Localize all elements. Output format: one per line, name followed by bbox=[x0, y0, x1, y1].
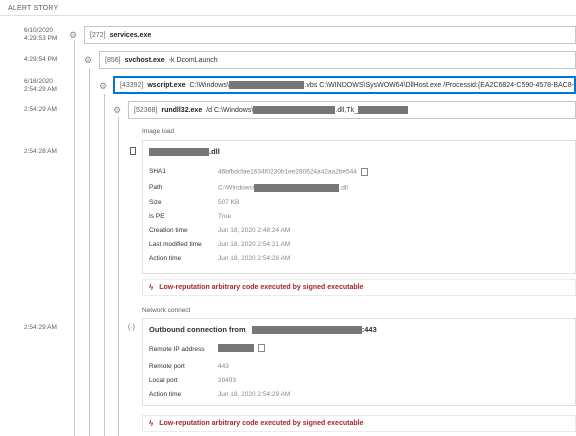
redaction-bar bbox=[254, 184, 340, 192]
section-label-image-load: Image load bbox=[142, 128, 175, 135]
connection-title-text: Outbound connection from bbox=[149, 325, 246, 334]
row-label: Action time bbox=[149, 391, 182, 398]
redaction-bar bbox=[251, 326, 362, 335]
process-name: services.exe bbox=[109, 31, 152, 39]
timestamp: 2:54:29 AM bbox=[24, 106, 57, 113]
row-label: Last modified time bbox=[149, 241, 202, 248]
row-label: Creation time bbox=[149, 227, 188, 234]
alert-banner[interactable]: ϟ Low-reputation arbitrary code executed… bbox=[142, 279, 576, 296]
alert-banner[interactable]: ϟ Low-reputation arbitrary code executed… bbox=[142, 415, 576, 432]
file-title: .dll bbox=[149, 147, 220, 157]
timestamp: 6/10/2020 4:29:53 PM bbox=[24, 27, 58, 42]
copy-icon[interactable] bbox=[258, 344, 265, 352]
sha1-value: 46bfbdcfae1634f0230b1ee280624a42aa2be544 bbox=[218, 168, 357, 176]
process-cmdline: -k DcomLaunch bbox=[168, 56, 218, 64]
redaction-bar bbox=[357, 106, 408, 114]
copy-icon[interactable] bbox=[360, 168, 368, 176]
path-value-part: .dll bbox=[339, 184, 348, 192]
alert-text: Low-reputation arbitrary code executed b… bbox=[159, 420, 364, 427]
process-row-svchost[interactable]: [856] svchost.exe -k DcomLaunch bbox=[99, 51, 576, 69]
file-suffix: .dll bbox=[209, 147, 220, 156]
process-cmdline-part: /d C:\Windows\ bbox=[206, 106, 254, 114]
row-value: Jun 18, 2020 2:54:21 AM bbox=[218, 241, 291, 248]
process-name: rundll32.exe bbox=[161, 106, 203, 114]
timestamp: 2:54:29 AM bbox=[24, 324, 57, 331]
process-row-rundll32[interactable]: [52368] rundll32.exe /d C:\Windows\ .dll… bbox=[128, 101, 576, 119]
process-cmdline-part: C:\Windows\ bbox=[189, 81, 229, 89]
timestamp: 2:54:28 AM bbox=[24, 148, 57, 155]
path-value-part: C:\Windows\ bbox=[218, 184, 255, 192]
process-row-wscript[interactable]: [43392] wscript.exe C:\Windows\ .vbs C:\… bbox=[113, 76, 576, 94]
timestamp: 4:29:54 PM bbox=[24, 56, 58, 63]
row-value: Jun 18, 2020 2:54:28 AM bbox=[218, 255, 291, 262]
process-name: wscript.exe bbox=[147, 81, 186, 89]
row-value: 507 KB bbox=[218, 199, 240, 206]
process-id: [856] bbox=[105, 56, 121, 64]
network-card[interactable]: Outbound connection from :443 Remote IP … bbox=[142, 318, 576, 406]
row-label: Size bbox=[149, 199, 162, 206]
alert-text: Low-reputation arbitrary code executed b… bbox=[159, 284, 364, 291]
section-label-network: Network connect bbox=[142, 307, 191, 314]
alert-story-header: ALERT STORY bbox=[8, 5, 59, 12]
redaction-bar bbox=[218, 344, 254, 352]
row-label: Action time bbox=[149, 255, 182, 262]
gear-icon: ⚙ bbox=[69, 30, 78, 40]
header-divider bbox=[0, 15, 576, 16]
bolt-icon: ϟ bbox=[149, 419, 154, 428]
process-row-services[interactable]: [272] services.exe bbox=[84, 26, 576, 44]
file-icon bbox=[130, 147, 136, 155]
row-value: Jun 18, 2020 2:48:24 AM bbox=[218, 227, 291, 234]
bolt-icon: ϟ bbox=[149, 283, 154, 292]
tree-line bbox=[74, 40, 75, 436]
row-value: 20493 bbox=[218, 377, 237, 384]
process-cmdline-part: .vbs C:\WINDOWS\SysWOW64\DllHost.exe /Pr… bbox=[304, 81, 574, 89]
tree-line bbox=[104, 94, 105, 436]
network-icon: (·) bbox=[128, 324, 135, 331]
process-id: [52368] bbox=[134, 106, 158, 114]
redaction-bar bbox=[228, 81, 305, 89]
redaction-bar bbox=[149, 148, 209, 157]
row-value-path: C:\Windows\ .dll bbox=[218, 184, 348, 192]
tree-line bbox=[89, 68, 90, 436]
gear-icon: ⚙ bbox=[84, 55, 93, 65]
row-value: Jun 18, 2020 2:54:29 AM bbox=[218, 391, 291, 398]
timestamp: 6/18/2020 2:54:29 AM bbox=[24, 78, 57, 93]
row-label: Is PE bbox=[149, 213, 165, 220]
row-value: True bbox=[218, 213, 232, 220]
row-label: Path bbox=[149, 184, 163, 191]
row-label: Remote port bbox=[149, 363, 185, 370]
process-cmdline-part: .dll,Tk_ bbox=[335, 106, 358, 114]
gear-icon: ⚙ bbox=[99, 81, 108, 91]
connection-port: :443 bbox=[361, 325, 377, 334]
row-label: Local port bbox=[149, 377, 178, 384]
process-name: svchost.exe bbox=[124, 56, 165, 64]
row-value: 443 bbox=[218, 363, 229, 370]
process-id: [272] bbox=[90, 31, 106, 39]
row-value-remote-ip bbox=[218, 344, 265, 352]
connection-title: Outbound connection from :443 bbox=[149, 325, 377, 335]
image-load-card[interactable]: .dll SHA1 46bfbdcfae1634f0230b1ee280624a… bbox=[142, 140, 576, 274]
row-label: SHA1 bbox=[149, 168, 166, 175]
row-label: Remote IP address bbox=[149, 346, 205, 353]
row-value-sha1: 46bfbdcfae1634f0230b1ee280624a42aa2be544 bbox=[218, 168, 368, 176]
process-id: [43392] bbox=[120, 81, 144, 89]
gear-icon: ⚙ bbox=[113, 105, 122, 115]
redaction-bar bbox=[253, 106, 336, 114]
tree-line bbox=[118, 117, 119, 436]
